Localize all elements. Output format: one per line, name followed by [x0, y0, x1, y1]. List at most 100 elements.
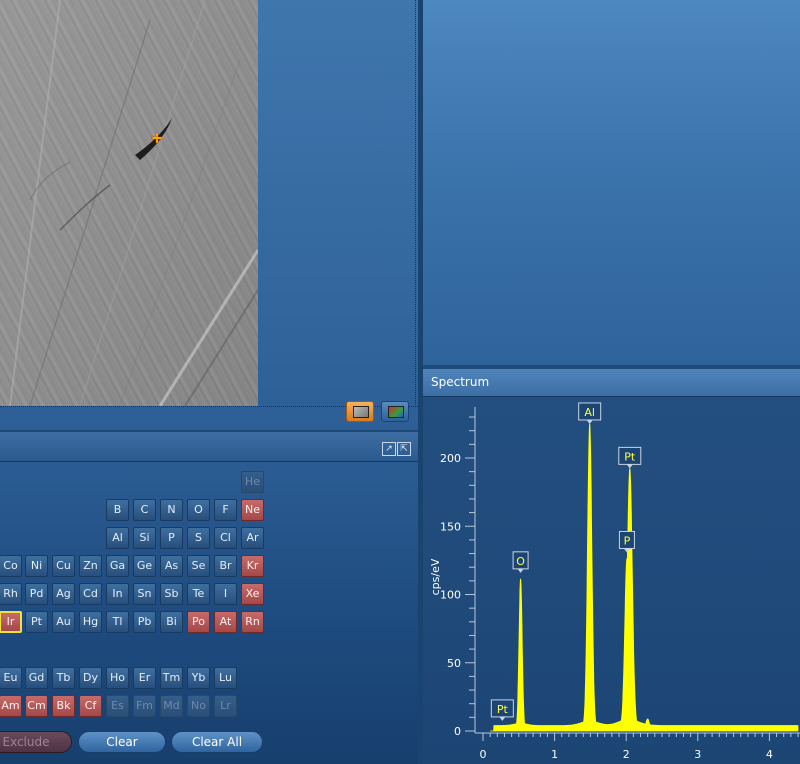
app-window: ↗ ⇱ He B C N O F Ne Al Si P S Cl Ar Co Ni Cu Zn Ga Ge As Se B… [0, 0, 800, 764]
element-xe[interactable]: Xe [241, 583, 264, 605]
element-po[interactable]: Po [187, 611, 210, 633]
element-cl[interactable]: Cl [214, 527, 237, 549]
element-am[interactable]: Am [0, 695, 22, 717]
element-cf[interactable]: Cf [79, 695, 102, 717]
y-tick-label: 50 [447, 657, 461, 670]
periodic-table-header: ↗ ⇱ [0, 432, 418, 462]
element-kr[interactable]: Kr [241, 555, 264, 577]
element-tb[interactable]: Tb [52, 667, 75, 689]
element-ga[interactable]: Ga [106, 555, 129, 577]
peak-label-pointer [586, 419, 593, 424]
element-c[interactable]: C [133, 499, 156, 521]
element-s[interactable]: S [187, 527, 210, 549]
peak-label-pt[interactable]: Pt [624, 450, 636, 463]
exclude-button[interactable]: Exclude [0, 731, 72, 753]
element-rn[interactable]: Rn [241, 611, 264, 633]
element-ir[interactable]: Ir [0, 611, 22, 633]
element-cd[interactable]: Cd [79, 583, 102, 605]
pop-out-icon[interactable]: ↗ [382, 442, 396, 456]
element-ne[interactable]: Ne [241, 499, 264, 521]
element-he[interactable]: He [241, 471, 264, 493]
element-si[interactable]: Si [133, 527, 156, 549]
element-n[interactable]: N [160, 499, 183, 521]
element-bi[interactable]: Bi [160, 611, 183, 633]
peak-label-p[interactable]: P [624, 534, 631, 547]
image-pane [0, 0, 418, 430]
x-tick-label: 2 [623, 748, 630, 761]
element-gd[interactable]: Gd [25, 667, 48, 689]
element-fm[interactable]: Fm [133, 695, 156, 717]
electron-image[interactable] [0, 0, 258, 406]
element-at[interactable]: At [214, 611, 237, 633]
element-yb[interactable]: Yb [187, 667, 210, 689]
element-pd[interactable]: Pd [25, 583, 48, 605]
element-p[interactable]: P [160, 527, 183, 549]
element-sn[interactable]: Sn [133, 583, 156, 605]
element-no[interactable]: No [187, 695, 210, 717]
element-tl[interactable]: Tl [106, 611, 129, 633]
peak-label-pt[interactable]: Pt [497, 703, 509, 716]
spectrum-chart[interactable]: 0 50 100 150 200 cps/eV 0 1 2 3 4 Pt O Al Pt P [423, 397, 800, 764]
y-tick-label: 0 [454, 725, 461, 738]
x-tick-label: 0 [480, 748, 487, 761]
element-cm[interactable]: Cm [25, 695, 48, 717]
peak-label-o[interactable]: O [516, 555, 525, 568]
element-lu[interactable]: Lu [214, 667, 237, 689]
element-o[interactable]: O [187, 499, 210, 521]
element-dy[interactable]: Dy [79, 667, 102, 689]
element-co[interactable]: Co [0, 555, 22, 577]
clear-all-button[interactable]: Clear All [171, 731, 263, 753]
element-bk[interactable]: Bk [52, 695, 75, 717]
x-tick-label: 3 [694, 748, 701, 761]
element-ag[interactable]: Ag [52, 583, 75, 605]
element-ge[interactable]: Ge [133, 555, 156, 577]
color-map-icon [388, 406, 404, 418]
clear-button[interactable]: Clear [78, 731, 166, 753]
element-es[interactable]: Es [106, 695, 129, 717]
element-te[interactable]: Te [187, 583, 210, 605]
element-cu[interactable]: Cu [52, 555, 75, 577]
upper-right-pane [423, 0, 800, 365]
element-b[interactable]: B [106, 499, 129, 521]
element-lr[interactable]: Lr [214, 695, 237, 717]
x-tick-label: 1 [551, 748, 558, 761]
element-se[interactable]: Se [187, 555, 210, 577]
element-er[interactable]: Er [133, 667, 156, 689]
element-eu[interactable]: Eu [0, 667, 22, 689]
peak-label-pointer [626, 464, 633, 469]
y-tick-label: 100 [440, 589, 461, 602]
element-f[interactable]: F [214, 499, 237, 521]
spectrum-header: Spectrum [423, 369, 800, 397]
crosshair-marker-icon[interactable] [151, 132, 163, 144]
electron-image-view-button[interactable] [346, 401, 374, 422]
element-hg[interactable]: Hg [79, 611, 102, 633]
peak-label-pointer [517, 568, 524, 573]
y-axis-label: cps/eV [429, 558, 442, 595]
electron-image-texture [0, 0, 258, 406]
element-al[interactable]: Al [106, 527, 129, 549]
element-ho[interactable]: Ho [106, 667, 129, 689]
y-tick-label: 200 [440, 452, 461, 465]
element-au[interactable]: Au [52, 611, 75, 633]
color-map-view-button[interactable] [381, 401, 409, 422]
peak-label-al[interactable]: Al [584, 406, 595, 419]
element-ni[interactable]: Ni [25, 555, 48, 577]
pane-border [415, 0, 416, 407]
element-as[interactable]: As [160, 555, 183, 577]
element-pt[interactable]: Pt [25, 611, 48, 633]
element-sb[interactable]: Sb [160, 583, 183, 605]
element-tm[interactable]: Tm [160, 667, 183, 689]
element-pb[interactable]: Pb [133, 611, 156, 633]
element-zn[interactable]: Zn [79, 555, 102, 577]
element-in[interactable]: In [106, 583, 129, 605]
peak-label-pointer [499, 716, 506, 721]
y-tick-label: 150 [440, 520, 461, 533]
element-rh[interactable]: Rh [0, 583, 22, 605]
element-br[interactable]: Br [214, 555, 237, 577]
electron-image-icon [353, 406, 369, 418]
expand-icon[interactable]: ⇱ [397, 442, 411, 456]
element-ar[interactable]: Ar [241, 527, 264, 549]
element-i[interactable]: I [214, 583, 237, 605]
element-md[interactable]: Md [160, 695, 183, 717]
spectrum-title: Spectrum [431, 375, 490, 389]
